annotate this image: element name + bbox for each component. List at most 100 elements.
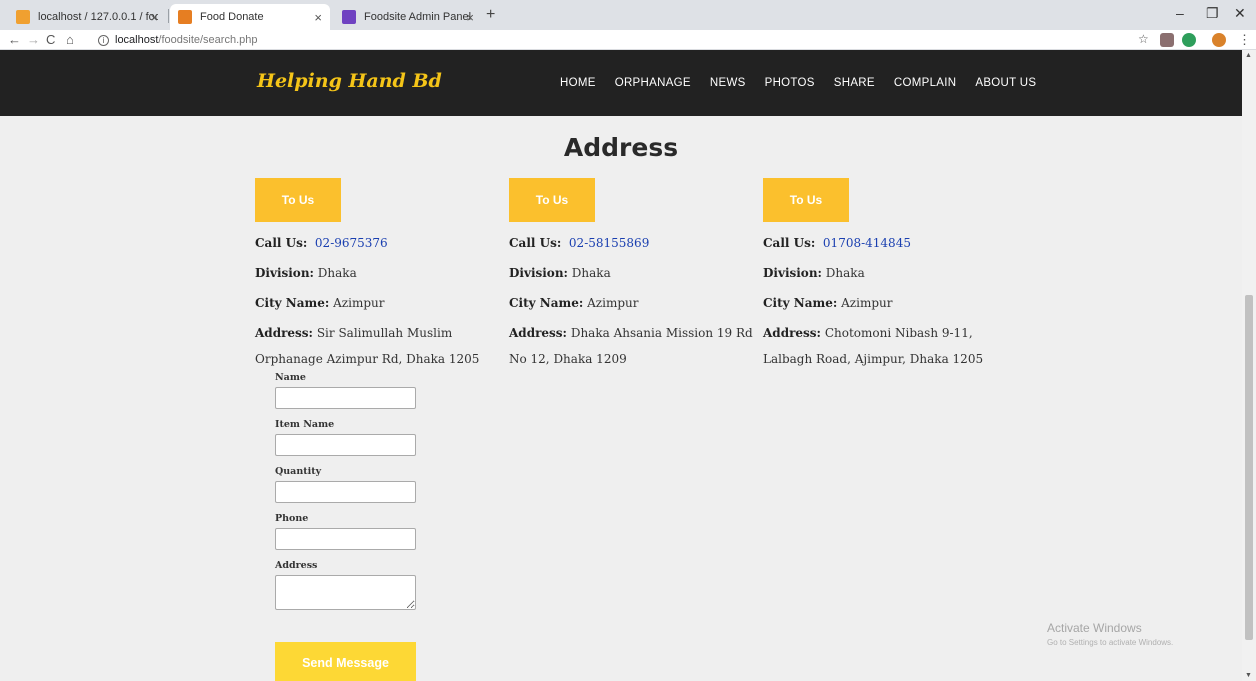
phone-link[interactable]: 01708-414845 (823, 236, 911, 250)
call-label: Call Us: (255, 236, 308, 250)
city-value: Azimpur (841, 296, 893, 310)
division-value: Dhaka (317, 266, 357, 280)
address-label: Address: (255, 326, 313, 340)
close-window-icon[interactable]: ✕ (1234, 5, 1246, 22)
minimize-icon[interactable]: – (1176, 5, 1184, 21)
address-card: To Us Call Us: 02-58155869 Division: Dha… (509, 178, 754, 372)
city-row: City Name: Azimpur (509, 294, 754, 312)
tab-close-icon[interactable]: × (466, 10, 474, 25)
browser-tab-food-donate[interactable]: Food Donate × (170, 4, 330, 30)
scroll-down-icon[interactable]: ▼ (1245, 672, 1252, 679)
item-name-label: Item Name (275, 419, 335, 430)
city-value: Azimpur (333, 296, 385, 310)
name-input[interactable] (275, 387, 416, 409)
main-nav: HOME ORPHANAGE NEWS PHOTOS SHARE COMPLAI… (560, 77, 1055, 89)
tab-close-icon[interactable]: × (150, 10, 158, 25)
phone-link[interactable]: 02-58155869 (569, 236, 649, 250)
tab-title: localhost / 127.0.0.1 / foodsite / ... (38, 11, 158, 23)
reload-icon[interactable]: C (46, 32, 55, 47)
call-row: Call Us: 02-58155869 (509, 234, 754, 252)
address-row: Address: Dhaka Ahsania Mission 19 Rd No … (509, 320, 754, 372)
phone-input[interactable] (275, 528, 416, 550)
city-value: Azimpur (587, 296, 639, 310)
page-scrollbar[interactable]: ▲ ▼ (1242, 50, 1256, 681)
bookmark-star-icon[interactable]: ☆ (1138, 32, 1149, 46)
division-label: Division: (763, 266, 822, 280)
nav-share[interactable]: SHARE (834, 77, 875, 89)
pdf-extension-icon[interactable] (1160, 33, 1174, 47)
scroll-thumb[interactable] (1245, 295, 1253, 640)
to-us-button[interactable]: To Us (763, 178, 849, 222)
phone-label: Phone (275, 513, 309, 524)
site-header: Helping Hand Bd HOME ORPHANAGE NEWS PHOT… (0, 50, 1242, 116)
site-info-icon[interactable]: i (98, 34, 109, 46)
nav-complain[interactable]: COMPLAIN (894, 77, 956, 89)
city-row: City Name: Azimpur (255, 294, 500, 312)
city-label: City Name: (763, 296, 838, 310)
donation-form: Name Item Name Quantity Phone Address Se… (275, 372, 475, 681)
browser-address-bar: ← → C ⌂ i localhost /foodsite/search.php… (0, 30, 1256, 50)
browser-tab-phpmyadmin[interactable]: localhost / 127.0.0.1 / foodsite / ... × (8, 4, 166, 30)
restore-icon[interactable]: ❐ (1206, 5, 1219, 22)
forward-icon[interactable]: → (27, 32, 40, 47)
call-row: Call Us: 01708-414845 (763, 234, 1008, 252)
name-label: Name (275, 372, 306, 383)
city-label: City Name: (255, 296, 330, 310)
phpmyadmin-favicon-icon (16, 10, 30, 24)
nav-about-us[interactable]: ABOUT US (975, 77, 1036, 89)
to-us-button[interactable]: To Us (509, 178, 595, 222)
address-label: Address: (763, 326, 821, 340)
activate-windows-title: Activate Windows (1047, 621, 1142, 635)
tab-divider (168, 9, 169, 23)
url-path: /foodsite/search.php (158, 34, 258, 46)
division-label: Division: (509, 266, 568, 280)
send-message-button[interactable]: Send Message (275, 642, 416, 681)
address-label: Address (275, 560, 318, 571)
division-row: Division: Dhaka (763, 264, 1008, 282)
item-name-input[interactable] (275, 434, 416, 456)
phone-link[interactable]: 02-9675376 (315, 236, 388, 250)
profile-avatar-icon[interactable] (1212, 33, 1226, 47)
home-icon[interactable]: ⌂ (66, 32, 74, 47)
call-row: Call Us: 02-9675376 (255, 234, 500, 252)
back-icon[interactable]: ← (8, 32, 21, 47)
page-title: Address (563, 133, 679, 162)
browser-menu-icon[interactable]: ⋮ (1238, 32, 1251, 48)
division-row: Division: Dhaka (509, 264, 754, 282)
address-row: Address: Chotomoni Nibash 9-11, Lalbagh … (763, 320, 1008, 372)
nav-orphanage[interactable]: ORPHANAGE (615, 77, 691, 89)
bootstrap-favicon-icon (342, 10, 356, 24)
address-label: Address: (509, 326, 567, 340)
url-field[interactable]: i localhost /foodsite/search.php (98, 32, 1118, 48)
address-card: To Us Call Us: 02-9675376 Division: Dhak… (255, 178, 500, 372)
activate-windows-subtitle: Go to Settings to activate Windows. (1047, 638, 1174, 647)
division-row: Division: Dhaka (255, 264, 500, 282)
call-label: Call Us: (763, 236, 816, 250)
browser-tab-bar: localhost / 127.0.0.1 / foodsite / ... ×… (0, 0, 1256, 30)
tab-title: Food Donate (200, 11, 264, 23)
scroll-up-icon[interactable]: ▲ (1245, 52, 1252, 59)
browser-tab-admin-panel[interactable]: Foodsite Admin Panel × (334, 4, 482, 30)
nav-home[interactable]: HOME (560, 77, 596, 89)
city-row: City Name: Azimpur (763, 294, 1008, 312)
food-donate-favicon-icon (178, 10, 192, 24)
url-host: localhost (115, 34, 159, 46)
division-value: Dhaka (825, 266, 865, 280)
address-row: Address: Sir Salimullah Muslim Orphanage… (255, 320, 500, 372)
to-us-button[interactable]: To Us (255, 178, 341, 222)
division-value: Dhaka (571, 266, 611, 280)
nav-photos[interactable]: PHOTOS (765, 77, 815, 89)
nav-news[interactable]: NEWS (710, 77, 746, 89)
shield-extension-icon[interactable] (1182, 33, 1196, 47)
division-label: Division: (255, 266, 314, 280)
new-tab-icon[interactable]: + (486, 6, 495, 24)
site-logo[interactable]: Helping Hand Bd (257, 70, 442, 92)
quantity-input[interactable] (275, 481, 416, 503)
address-card: To Us Call Us: 01708-414845 Division: Dh… (763, 178, 1008, 372)
tab-title: Foodsite Admin Panel (364, 11, 472, 23)
quantity-label: Quantity (275, 466, 322, 477)
tab-close-icon[interactable]: × (314, 10, 322, 25)
call-label: Call Us: (509, 236, 562, 250)
address-textarea[interactable] (275, 575, 416, 610)
city-label: City Name: (509, 296, 584, 310)
